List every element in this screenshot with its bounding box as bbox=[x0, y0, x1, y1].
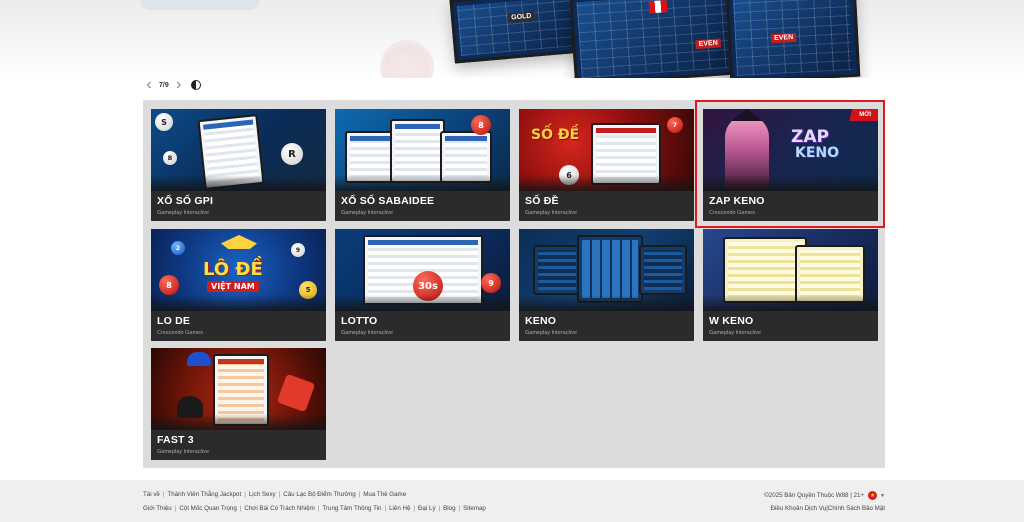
footer-link-sexy-schedule[interactable]: Lịch Sexy bbox=[249, 491, 276, 498]
game-provider: Gameplay Interactive bbox=[709, 330, 761, 336]
footer-link-jackpot-winners[interactable]: Thành Viên Thắng Jackpot bbox=[167, 491, 241, 498]
footer-link-terms[interactable]: Điều Khoản Dịch Vụ bbox=[771, 505, 827, 512]
footer-link-rewards-club[interactable]: Câu Lạc Bộ Điểm Thưởng bbox=[283, 491, 355, 498]
chevron-down-icon[interactable]: ▼ bbox=[880, 493, 885, 499]
game-provider: Gameplay Interactive bbox=[525, 210, 577, 216]
banner-decoration bbox=[140, 0, 260, 10]
game-title: XỔ SỐ GPI bbox=[157, 195, 214, 207]
game-thumbnail: 30s 9 bbox=[335, 229, 510, 311]
game-title: LO DE bbox=[157, 315, 191, 327]
game-title: SỐ ĐỀ bbox=[525, 195, 559, 207]
footer-link-info-center[interactable]: Trung Tâm Thông Tin bbox=[322, 505, 381, 512]
pager-next-button[interactable]: › bbox=[173, 77, 185, 93]
banner-screen-right: EVEN bbox=[725, 0, 861, 78]
game-thumbnail: ZAP KENO bbox=[703, 109, 878, 191]
pager-prev-button[interactable]: ‹ bbox=[143, 77, 155, 93]
game-thumbnail: 8 bbox=[335, 109, 510, 191]
footer-link-agent[interactable]: Đại Lý bbox=[418, 505, 436, 512]
pager-count: 7/9 bbox=[159, 81, 169, 89]
game-pager: ‹ 7/9 › bbox=[143, 77, 201, 93]
lottery-ball-icon: 7 bbox=[667, 117, 683, 133]
game-provider: Gameplay Interactive bbox=[525, 330, 577, 336]
lottery-ball-icon: 8 bbox=[159, 275, 179, 295]
game-card-fast-3[interactable]: FAST 3 Gameplay Interactive bbox=[151, 348, 326, 460]
witch-hat-icon bbox=[731, 109, 763, 121]
game-card-so-de[interactable]: SỐ ĐỀ 6 7 SỐ ĐỀ Gameplay Interactive bbox=[519, 109, 694, 221]
game-provider: Crescendo Games bbox=[157, 330, 203, 336]
copyright-text: ©2025 Bản Quyền Thuộc W88 | 21+ bbox=[764, 492, 865, 499]
so-de-logo: SỐ ĐỀ bbox=[531, 127, 580, 143]
game-provider: Gameplay Interactive bbox=[341, 330, 393, 336]
game-thumbnail: LÔ ĐỀ VIỆT NAM 8 2 5 9 bbox=[151, 229, 326, 311]
site-footer: Tài về | Thành Viên Thắng Jackpot | Lịch S… bbox=[0, 480, 1024, 522]
tablet-image bbox=[639, 245, 687, 295]
footer-link-responsible-gaming[interactable]: Chơi Bài Có Trách Nhiệm bbox=[244, 505, 314, 512]
lottery-ball-icon: B bbox=[163, 151, 177, 165]
lottery-ball-icon: 9 bbox=[291, 243, 305, 257]
casino-chip-decoration bbox=[380, 40, 434, 78]
promo-banner: GOLD EVEN EVEN bbox=[0, 0, 1024, 78]
game-provider: Crescendo Games bbox=[709, 210, 755, 216]
game-provider: Gameplay Interactive bbox=[157, 210, 209, 216]
game-card-xo-so-sabaidee[interactable]: 8 XỔ SỐ SABAIDEE Gameplay Interactive bbox=[335, 109, 510, 221]
banner-even-label-2: EVEN bbox=[770, 32, 797, 44]
game-title: FAST 3 bbox=[157, 434, 194, 446]
lottery-ball-icon: 2 bbox=[171, 241, 185, 255]
game-title: ZAP KENO bbox=[709, 195, 765, 207]
contrast-toggle-icon[interactable] bbox=[190, 80, 201, 90]
vietnam-flag-icon[interactable]: ★ bbox=[868, 491, 878, 500]
banner-screen-center: EVEN bbox=[569, 0, 741, 78]
star-icon bbox=[221, 235, 257, 249]
footer-link-sitemap[interactable]: Sitemap bbox=[463, 505, 486, 512]
game-thumbnail bbox=[151, 348, 326, 430]
footer-link-blog[interactable]: Blog bbox=[443, 505, 455, 512]
game-title: LOTTO bbox=[341, 315, 378, 327]
footer-link-tai-ve[interactable]: Tài về bbox=[143, 491, 160, 498]
banner-even-label: EVEN bbox=[695, 38, 722, 50]
canada-flag-icon bbox=[648, 0, 668, 14]
footer-link-buy-game-card[interactable]: Mua Thẻ Game bbox=[363, 491, 406, 498]
new-badge: MỚI bbox=[849, 109, 878, 121]
game-title: W KENO bbox=[709, 315, 754, 327]
game-title: XỔ SỐ SABAIDEE bbox=[341, 195, 435, 207]
games-grid: S R B XỔ SỐ GPI Gameplay Interactive 8 X… bbox=[143, 100, 885, 468]
cap-icon bbox=[187, 352, 211, 366]
game-card-zap-keno[interactable]: ZAP KENO MỚI ZAP KENO Crescendo Games bbox=[703, 109, 878, 221]
footer-links-row-1: Tài về | Thành Viên Thắng Jackpot | Lịch S… bbox=[143, 491, 407, 498]
footer-link-privacy[interactable]: Chính Sách Bảo Mật bbox=[828, 505, 885, 512]
tablet-image bbox=[390, 119, 445, 183]
footer-copyright-row: ©2025 Bản Quyền Thuộc W88 | 21+ ★ ▼ bbox=[764, 491, 885, 500]
lottery-ball-icon: S bbox=[155, 113, 173, 131]
zap-logo: ZAP bbox=[791, 127, 829, 147]
game-thumbnail bbox=[703, 229, 878, 311]
tablet-image bbox=[533, 245, 581, 295]
game-title: KENO bbox=[525, 315, 557, 327]
footer-link-about[interactable]: Giới Thiệu bbox=[143, 505, 172, 512]
game-card-keno[interactable]: KENO Gameplay Interactive bbox=[519, 229, 694, 341]
game-card-w-keno[interactable]: W KENO Gameplay Interactive bbox=[703, 229, 878, 341]
game-thumbnail bbox=[519, 229, 694, 311]
game-card-xo-so-gpi[interactable]: S R B XỔ SỐ GPI Gameplay Interactive bbox=[151, 109, 326, 221]
game-card-lo-de[interactable]: LÔ ĐỀ VIỆT NAM 8 2 5 9 LO DE Crescendo G… bbox=[151, 229, 326, 341]
footer-link-contact[interactable]: Liên Hệ bbox=[389, 505, 410, 512]
lottery-ball-icon: 8 bbox=[471, 115, 491, 135]
footer-links-row-2: Giới Thiệu | Cột Mốc Quan Trọng | Chơi Bài… bbox=[143, 505, 486, 512]
dice-icon bbox=[276, 373, 316, 413]
lottery-ball-icon: 9 bbox=[481, 273, 501, 293]
game-thumbnail: SỐ ĐỀ 6 7 bbox=[519, 109, 694, 191]
banner-screen-left: GOLD bbox=[449, 0, 585, 64]
keno-logo: KENO bbox=[795, 145, 840, 161]
footer-legal-row: Điều Khoản Dịch Vụ | Chính Sách Bảo Mật bbox=[770, 505, 885, 512]
game-provider: Gameplay Interactive bbox=[341, 210, 393, 216]
tablet-image bbox=[577, 235, 643, 303]
game-thumbnail: S R B bbox=[151, 109, 326, 191]
game-card-lotto[interactable]: 30s 9 LOTTO Gameplay Interactive bbox=[335, 229, 510, 341]
lottery-ball-icon: R bbox=[281, 143, 303, 165]
viet-nam-label: VIỆT NAM bbox=[207, 281, 259, 292]
game-provider: Gameplay Interactive bbox=[157, 449, 209, 455]
footer-link-milestones[interactable]: Cột Mốc Quan Trọng bbox=[179, 505, 236, 512]
lo-de-logo: LÔ ĐỀ bbox=[203, 259, 263, 280]
